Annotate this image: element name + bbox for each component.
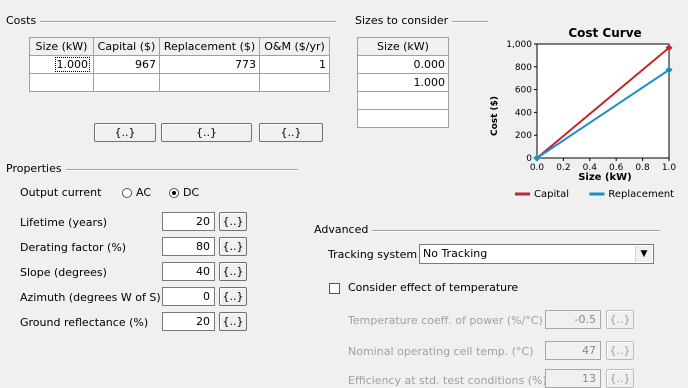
temp-coeff-label: Temperature coeff. of power (%/°C) — [348, 314, 543, 327]
col-header-om[interactable]: O&M ($/yr) — [259, 37, 330, 56]
ground-reflectance-input[interactable]: 20 — [162, 312, 215, 331]
sizes-table-header-row: Size (kW) — [357, 37, 449, 56]
cell-empty[interactable] — [259, 73, 330, 92]
chevron-down-icon[interactable]: ▼ — [635, 246, 652, 262]
capital-curve-button[interactable]: {..} — [94, 123, 156, 142]
size-option[interactable]: 1.000 — [357, 73, 449, 92]
table-row[interactable]: 1.000 967 773 1 — [29, 55, 330, 74]
x-tick-label: 0.2 — [556, 163, 570, 173]
cell-empty[interactable] — [29, 73, 94, 92]
y-tick-label: 200 — [515, 131, 532, 141]
cell-size-value[interactable]: 1.000 — [54, 57, 90, 72]
noct-sensitivity-button[interactable]: {..} — [606, 341, 634, 360]
cell-capital[interactable]: 967 — [93, 55, 160, 74]
azimuth-input[interactable]: 0 — [162, 287, 215, 306]
sizes-group-title: Sizes to consider — [355, 14, 453, 27]
costs-group-line — [6, 21, 336, 23]
col-header-replacement[interactable]: Replacement ($) — [159, 37, 260, 56]
col-header-capital[interactable]: Capital ($) — [93, 37, 160, 56]
col-header-size[interactable]: Size (kW) — [29, 37, 94, 56]
tracking-system-value: No Tracking — [423, 247, 488, 260]
azimuth-sensitivity-button[interactable]: {..} — [219, 287, 247, 306]
sizes-table[interactable]: Size (kW) 0.000 1.000 — [357, 37, 449, 128]
ac-radio-label[interactable]: AC — [136, 186, 151, 199]
lifetime-label: Lifetime (years) — [20, 216, 108, 229]
legend-label-replacement: Replacement — [608, 189, 674, 200]
list-item[interactable]: 1.000 — [357, 73, 449, 92]
x-tick-label: 1.0 — [662, 163, 677, 173]
derating-sensitivity-button[interactable]: {..} — [219, 237, 247, 256]
lifetime-input[interactable]: 20 — [162, 212, 215, 231]
tracking-system-select[interactable]: No Tracking ▼ — [419, 244, 654, 264]
output-current-label: Output current — [20, 186, 102, 199]
cost-curve-chart: Cost Curve Cost ($) Size (kW) 0200400600… — [490, 26, 677, 200]
dc-radio[interactable] — [169, 188, 179, 198]
ac-radio[interactable] — [122, 188, 132, 198]
y-tick-label: 600 — [515, 86, 532, 96]
om-curve-button[interactable]: {..} — [259, 123, 323, 142]
temperature-effect-checkbox[interactable] — [329, 283, 340, 294]
ground-reflectance-sensitivity-button[interactable]: {..} — [219, 312, 247, 331]
list-item-empty[interactable] — [357, 91, 449, 110]
ground-reflectance-label: Ground reflectance (%) — [20, 316, 149, 329]
x-tick-label: 0.6 — [609, 163, 624, 173]
y-tick-label: 1,000 — [506, 40, 532, 50]
costs-table[interactable]: Size (kW) Capital ($) Replacement ($) O&… — [29, 37, 330, 92]
replacement-curve-button[interactable]: {..} — [161, 123, 252, 142]
tracking-system-label: Tracking system — [328, 248, 418, 261]
temp-coeff-input[interactable]: -0.5 — [545, 310, 601, 329]
slope-label: Slope (degrees) — [20, 266, 107, 279]
x-tick-label: 0.0 — [530, 163, 545, 173]
temp-coeff-sensitivity-button[interactable]: {..} — [606, 310, 634, 329]
cell-empty[interactable] — [159, 73, 260, 92]
derating-input[interactable]: 80 — [162, 237, 215, 256]
noct-input[interactable]: 47 — [545, 341, 601, 360]
costs-table-header-row: Size (kW) Capital ($) Replacement ($) O&… — [29, 37, 330, 56]
cell-size[interactable]: 1.000 — [29, 55, 94, 74]
y-tick-label: 800 — [515, 63, 532, 73]
x-axis-label: Size (kW) — [578, 172, 632, 183]
properties-group-title: Properties — [6, 162, 66, 175]
dc-radio-label[interactable]: DC — [183, 186, 199, 199]
slope-sensitivity-button[interactable]: {..} — [219, 262, 247, 281]
cell-empty[interactable] — [93, 73, 160, 92]
temperature-effect-label[interactable]: Consider effect of temperature — [348, 281, 518, 294]
col-header-size-consider[interactable]: Size (kW) — [357, 37, 449, 56]
costs-group-title: Costs — [6, 14, 41, 27]
derating-label: Derating factor (%) — [20, 241, 127, 254]
cell-om[interactable]: 1 — [259, 55, 330, 74]
list-item-empty[interactable] — [357, 109, 449, 128]
slope-input[interactable]: 40 — [162, 262, 215, 281]
y-axis-label: Cost ($) — [490, 96, 500, 136]
noct-label: Nominal operating cell temp. (°C) — [348, 345, 534, 358]
size-option[interactable]: 0.000 — [357, 55, 449, 74]
stc-efficiency-sensitivity-button[interactable]: {..} — [606, 369, 634, 388]
table-row-empty[interactable] — [29, 73, 330, 92]
x-tick-label: 0.4 — [583, 163, 598, 173]
stc-efficiency-input[interactable]: 13 — [545, 369, 601, 388]
chart-title: Cost Curve — [568, 26, 641, 40]
azimuth-label: Azimuth (degrees W of S) — [20, 291, 161, 304]
x-tick-label: 0.8 — [635, 163, 650, 173]
list-item[interactable]: 0.000 — [357, 55, 449, 74]
stc-efficiency-label: Efficiency at std. test conditions (%) — [348, 374, 547, 387]
size-option-empty[interactable] — [357, 109, 449, 128]
y-tick-label: 400 — [515, 108, 532, 118]
size-option-empty[interactable] — [357, 91, 449, 110]
advanced-group-title: Advanced — [314, 223, 373, 236]
lifetime-sensitivity-button[interactable]: {..} — [219, 212, 247, 231]
cell-replacement[interactable]: 773 — [159, 55, 260, 74]
legend-label-capital: Capital — [534, 189, 569, 200]
